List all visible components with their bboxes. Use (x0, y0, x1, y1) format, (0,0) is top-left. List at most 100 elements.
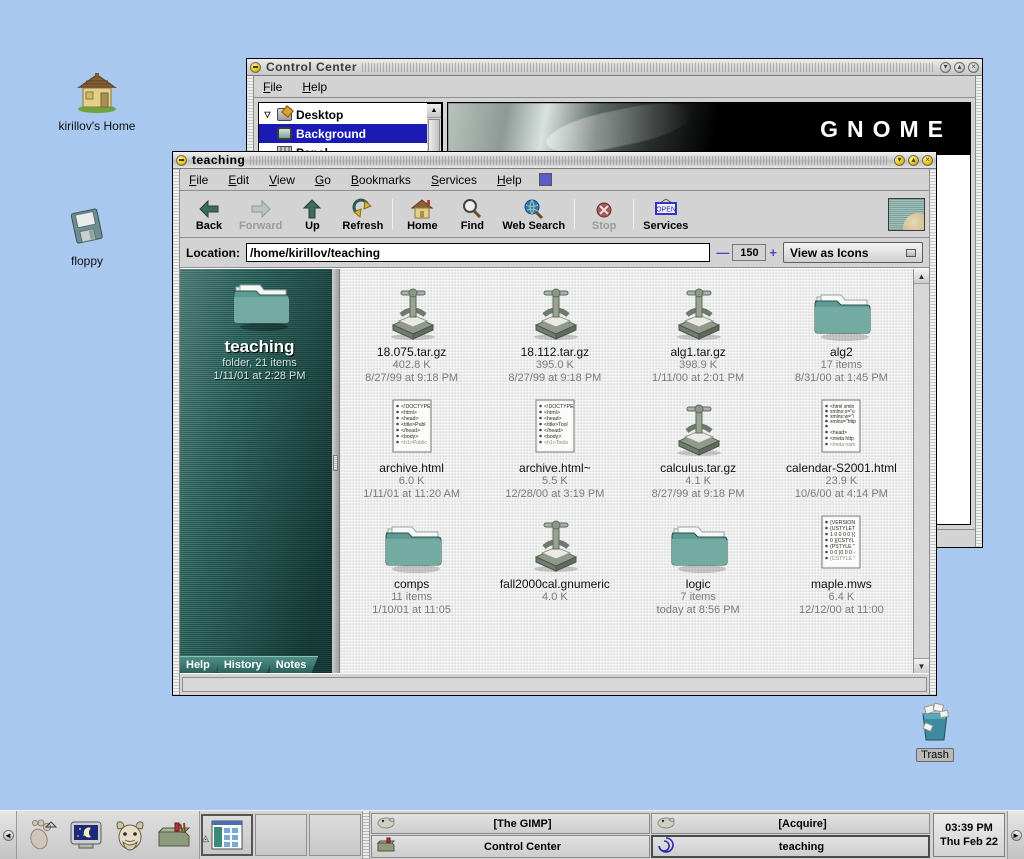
zoom-level[interactable]: 150 (732, 244, 766, 261)
toolbar-web-search-button[interactable]: Web Search (497, 196, 570, 233)
control-center-titlebar[interactable]: Control Center ▾ ▴ × (247, 59, 982, 76)
close-button[interactable]: × (968, 62, 979, 73)
toolbar-label: Up (305, 220, 320, 232)
file-item[interactable]: fall2000cal.gnumeric 4.0 K (483, 507, 626, 623)
file-item[interactable]: alg2 17 items 8/31/00 at 1:45 PM (770, 275, 913, 391)
toolbar-home-button[interactable]: Home (397, 196, 447, 233)
maximize-button[interactable]: ▴ (954, 62, 965, 73)
menu-edit[interactable]: Edit (225, 172, 252, 188)
task-button[interactable]: [The GIMP] (371, 813, 650, 834)
control-center-menubar[interactable]: FFileile Help (254, 76, 975, 98)
toolbar-stop-button[interactable]: Stop (579, 196, 629, 233)
gnome-banner: GNOME (448, 103, 970, 155)
launcher-main-menu[interactable] (21, 815, 63, 855)
launcher-screensaver[interactable] (65, 815, 107, 855)
sidebar-folder-name: teaching (180, 337, 339, 357)
sidebar-pane[interactable]: teaching folder, 21 items 1/11/01 at 2:2… (180, 269, 340, 673)
toolbar-services-button[interactable]: OPEN Services (638, 196, 693, 233)
file-manager-main: teaching folder, 21 items 1/11/01 at 2:2… (180, 268, 929, 673)
file-item[interactable]: <html xmlnxmlns:o="uxmlns:w="\ xmlns="ht… (770, 391, 913, 507)
launcher-toolbox[interactable] (153, 815, 195, 855)
menu-bookmarks[interactable]: Bookmarks (348, 172, 414, 188)
panel-hide-left-button[interactable]: ◄ (0, 811, 17, 859)
file-manager-toolbar[interactable]: Back Forward Up (180, 191, 929, 238)
location-input[interactable]: /home/kirillov/teaching (246, 243, 710, 262)
sidebar-preview-thumbnail[interactable] (888, 198, 925, 231)
file-item[interactable]: 18.075.tar.gz 402.8 K 8/27/99 at 9:18 PM (340, 275, 483, 391)
svg-text:<h1>Public: <h1>Public (401, 440, 427, 446)
window-task-list[interactable]: [The GIMP] [Acquire] Control Center teac… (370, 811, 931, 859)
file-item[interactable]: calculus.tar.gz 4.1 K 8/27/99 at 9:18 PM (627, 391, 770, 507)
clock-applet[interactable]: 03:39 PM Thu Feb 22 (933, 813, 1005, 857)
zoom-control[interactable]: — 150 + (716, 244, 777, 261)
minimize-button[interactable]: ▾ (894, 155, 905, 166)
desktop-icon-home[interactable]: kirillov's Home (42, 68, 152, 133)
file-item[interactable]: 18.112.tar.gz 395.0 K 8/27/99 at 9:18 PM (483, 275, 626, 391)
sidebar-tab-history[interactable]: History (218, 656, 274, 673)
sidebar-tab-help[interactable]: Help (180, 656, 222, 673)
desktop-icon-floppy[interactable]: floppy (32, 205, 142, 268)
file-item[interactable]: <!DOCTYPE<html><head> <title>Publ</head>… (340, 391, 483, 507)
sidebar-folder-items: folder, 21 items (180, 357, 339, 370)
desktop-icon-trash[interactable]: Trash (880, 702, 990, 762)
window-menu-icon[interactable] (176, 155, 187, 166)
toolbar-refresh-button[interactable]: Refresh (337, 196, 388, 233)
task-button-active[interactable]: teaching (651, 835, 930, 858)
maximize-button[interactable]: ▴ (908, 155, 919, 166)
file-item[interactable]: <!DOCTYPE<html><head> <title>Tool</head>… (483, 391, 626, 507)
panel-hide-right-button[interactable]: ► (1007, 811, 1024, 859)
toolbar-up-button[interactable]: Up (287, 196, 337, 233)
sidebar-tabs[interactable]: Help History Notes (180, 655, 339, 673)
file-item[interactable]: logic 7 items today at 8:56 PM (627, 507, 770, 623)
file-date: 8/27/99 at 9:18 PM (485, 372, 624, 385)
view-mode-select[interactable]: View as Icons (783, 242, 923, 263)
icon-view[interactable]: 18.075.tar.gz 402.8 K 8/27/99 at 9:18 PM (340, 269, 929, 673)
tar-gz-press-icon (629, 395, 768, 459)
panel-launchers[interactable]: ◬ (17, 811, 200, 859)
menu-go[interactable]: Go (312, 172, 334, 188)
tree-item-desktop[interactable]: ▽ Desktop (259, 105, 427, 124)
expander-icon[interactable]: ▽ (262, 110, 273, 119)
task-button[interactable]: Control Center (371, 835, 650, 858)
location-bar[interactable]: Location: /home/kirillov/teaching — 150 … (180, 238, 929, 268)
panel-grip[interactable] (362, 811, 370, 859)
file-manager-titlebar[interactable]: teaching ▾ ▴ × (173, 152, 936, 169)
menu-view[interactable]: View (266, 172, 298, 188)
close-button[interactable]: × (922, 155, 933, 166)
zoom-in-button[interactable]: + (769, 246, 777, 259)
menu-help[interactable]: Help (299, 79, 330, 95)
window-menu-icon[interactable] (250, 62, 261, 73)
menu-file[interactable]: File (186, 172, 211, 188)
file-manager-window[interactable]: teaching ▾ ▴ × File Edit View Go Bookmar… (172, 151, 937, 696)
throbber-icon[interactable] (539, 173, 552, 186)
task-button[interactable]: [Acquire] (651, 813, 930, 834)
menu-services[interactable]: Services (428, 172, 480, 188)
zoom-out-button[interactable]: — (716, 246, 729, 259)
open-sign-icon: OPEN (652, 197, 680, 219)
scroll-up-icon[interactable]: ▲ (427, 104, 441, 118)
scroll-track[interactable] (914, 284, 929, 658)
toolbar-label: Stop (592, 220, 616, 232)
file-item[interactable]: alg1.tar.gz 398.9 K 1/11/00 at 2:01 PM (627, 275, 770, 391)
tree-item-background[interactable]: Background (259, 124, 427, 143)
scroll-down-icon[interactable]: ▼ (914, 658, 929, 673)
file-item[interactable]: {VERSION{USTYLET1 0 0 0 0 }{ 0 }{CSTYL{P… (770, 507, 913, 623)
menu-help[interactable]: Help (494, 172, 525, 188)
task-label: [The GIMP] (400, 818, 645, 830)
launcher-gnu[interactable] (109, 815, 151, 855)
drawer-slot-empty-1[interactable] (255, 814, 307, 856)
toolbar-back-button[interactable]: Back (184, 196, 234, 233)
panel-drawer[interactable] (200, 811, 362, 859)
toolbar-find-button[interactable]: Find (447, 196, 497, 233)
file-manager-menubar[interactable]: File Edit View Go Bookmarks Services Hel… (180, 169, 929, 191)
minimize-button[interactable]: ▾ (940, 62, 951, 73)
sidebar-scrollbar[interactable] (332, 269, 339, 673)
sidebar-tab-notes[interactable]: Notes (270, 656, 319, 673)
menu-file[interactable]: FFileile (260, 79, 285, 95)
taskbar-panel[interactable]: ◄ (0, 810, 1024, 859)
icon-view-scrollbar[interactable]: ▲ ▼ (913, 269, 929, 673)
toolbar-forward-button[interactable]: Forward (234, 196, 287, 233)
drawer-slot-empty-2[interactable] (309, 814, 361, 856)
scroll-up-icon[interactable]: ▲ (914, 269, 929, 284)
file-item[interactable]: comps 11 items 1/10/01 at 11:05 (340, 507, 483, 623)
